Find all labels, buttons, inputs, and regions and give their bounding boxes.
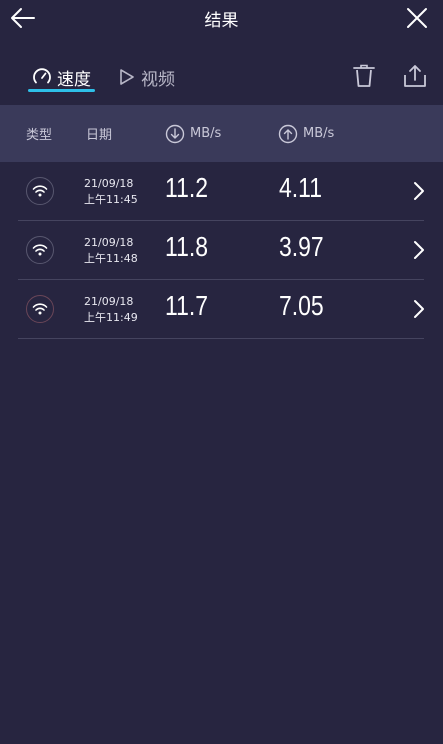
column-header-download[interactable]: MB/s (165, 105, 221, 162)
date-text: 21/09/18 (84, 177, 134, 190)
download-speed: 11.8 (165, 231, 208, 262)
trash-icon (353, 64, 375, 87)
chevron-right-icon (414, 241, 424, 259)
download-arrow-icon (165, 124, 185, 143)
download-speed: 11.2 (165, 172, 208, 203)
upload-speed: 3.97 (279, 231, 324, 262)
table-row[interactable]: 21/09/18 上午11:48 11.8 3.97 (18, 221, 424, 280)
share-button[interactable] (400, 60, 430, 92)
date-time: 21/09/18 上午11:48 (84, 235, 138, 267)
play-icon (120, 69, 134, 85)
tab-video-label: 视频 (141, 69, 175, 90)
download-unit: MB/s (190, 126, 222, 141)
row-detail-button[interactable] (408, 297, 430, 321)
top-bar: 结果 (0, 0, 443, 40)
time-text: 上午11:49 (84, 311, 138, 324)
row-detail-button[interactable] (408, 179, 430, 203)
date-text: 21/09/18 (84, 236, 134, 249)
column-header-upload[interactable]: MB/s (278, 105, 334, 162)
connection-type-badge (26, 236, 54, 264)
time-text: 上午11:48 (84, 252, 138, 265)
page-title: 结果 (204, 11, 239, 31)
delete-button[interactable] (350, 60, 378, 92)
upload-arrow-icon (278, 124, 298, 143)
time-text: 上午11:45 (84, 193, 138, 206)
date-text: 21/09/18 (84, 295, 134, 308)
table-header: 类型 日期 MB/s MB/s (0, 105, 443, 162)
column-header-date[interactable]: 日期 (86, 105, 112, 162)
tab-speed-label: 速度 (57, 69, 91, 90)
row-detail-button[interactable] (408, 238, 430, 262)
date-time: 21/09/18 上午11:49 (84, 294, 138, 326)
wifi-icon (32, 185, 48, 197)
share-icon (404, 65, 426, 87)
tab-video[interactable]: 视频 (118, 62, 175, 92)
close-icon (407, 8, 427, 28)
close-button[interactable] (403, 4, 431, 32)
table-row[interactable]: 21/09/18 上午11:49 11.7 7.05 (18, 280, 424, 339)
wifi-icon (32, 303, 48, 315)
chevron-right-icon (414, 182, 424, 200)
connection-type-badge (26, 177, 54, 205)
upload-unit: MB/s (303, 126, 335, 141)
tab-speed[interactable]: 速度 (32, 62, 91, 92)
upload-speed: 4.11 (279, 172, 322, 203)
chevron-right-icon (414, 300, 424, 318)
upload-speed: 7.05 (279, 290, 324, 321)
connection-type-badge (26, 295, 54, 323)
table-row[interactable]: 21/09/18 上午11:45 11.2 4.11 (18, 162, 424, 221)
date-time: 21/09/18 上午11:45 (84, 176, 138, 208)
active-tab-indicator (28, 89, 95, 92)
column-header-type[interactable]: 类型 (26, 105, 52, 162)
speedometer-icon (33, 68, 51, 84)
results-list: 21/09/18 上午11:45 11.2 4.11 21/09/18 上午11… (0, 162, 443, 339)
download-speed: 11.7 (165, 290, 208, 321)
wifi-icon (32, 244, 48, 256)
